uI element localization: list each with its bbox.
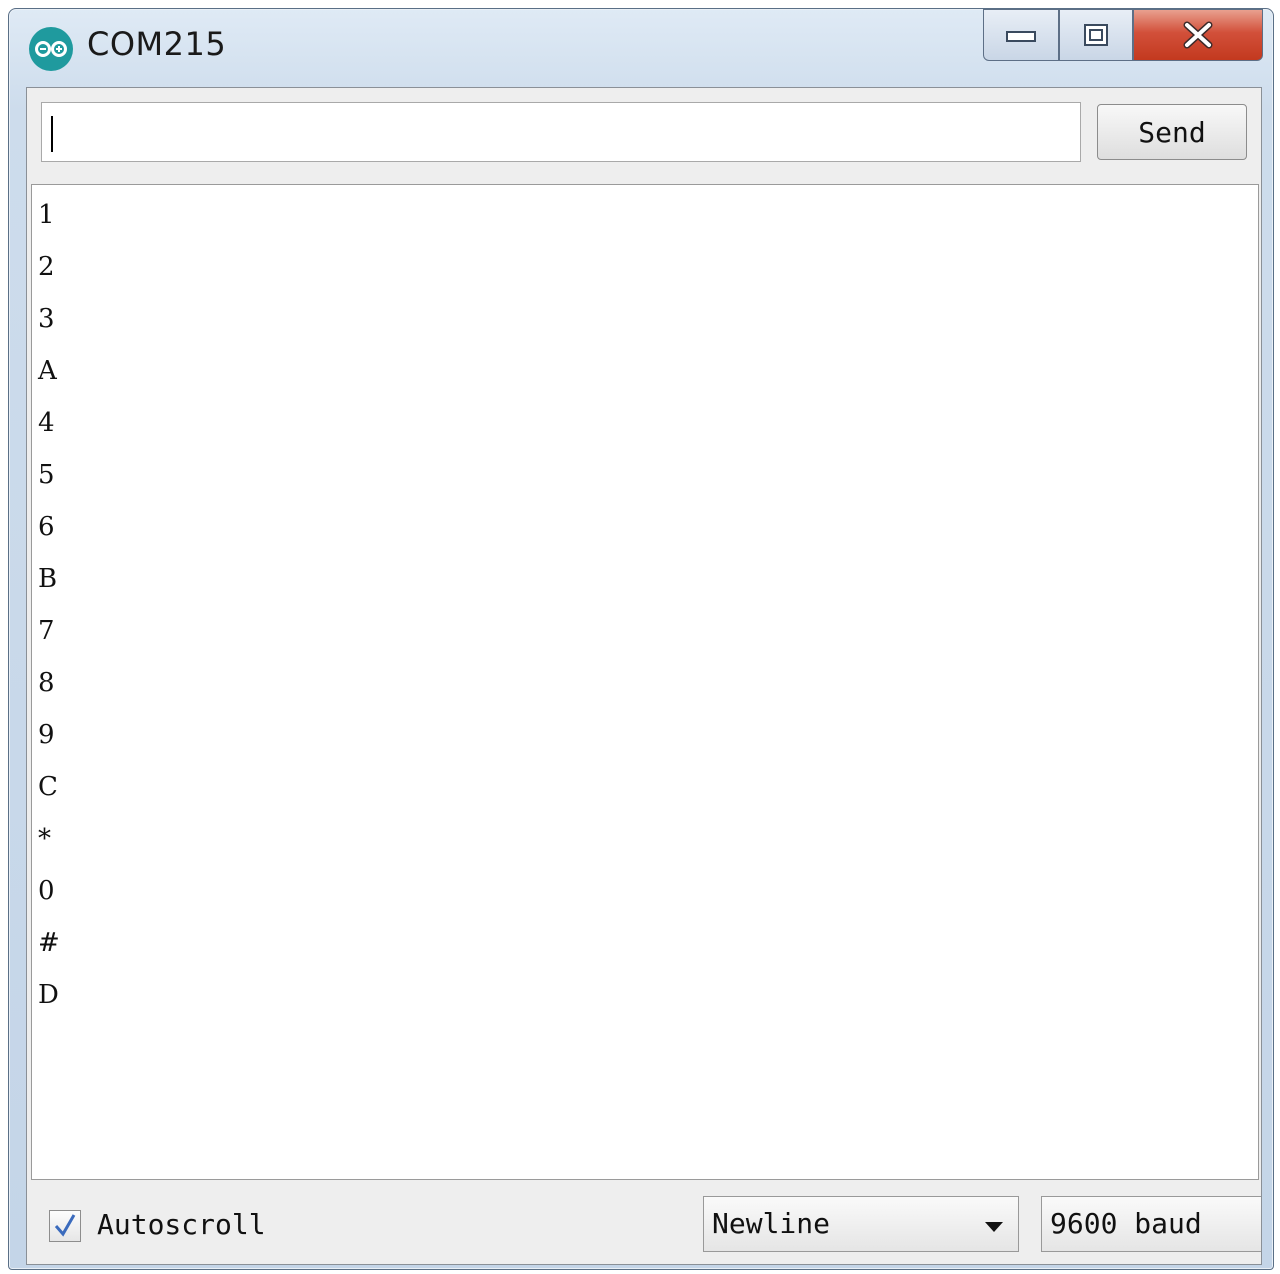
text-caret [51,116,53,152]
output-lines: 1 2 3 A 4 5 6 B 7 8 9 C * 0 # D [32,185,1258,1021]
output-line: 9 [38,720,55,750]
output-line: D [38,980,59,1010]
minimize-icon [1006,31,1036,42]
footer-bar: Autoscroll Newline 9600 baud [27,1180,1261,1264]
arduino-icon [29,27,73,71]
window-title: COM215 [87,25,227,63]
output-line: 8 [38,668,55,698]
output-line: 2 [38,252,55,282]
output-line: * [38,824,51,854]
serial-output[interactable]: 1 2 3 A 4 5 6 B 7 8 9 C * 0 # D [31,184,1259,1180]
line-ending-value: Newline [712,1207,831,1240]
title-bar[interactable]: COM215 [9,9,1273,85]
send-button[interactable]: Send [1097,104,1247,160]
output-line: 6 [38,512,55,542]
serial-monitor-content: Send 1 2 3 A 4 5 6 B 7 8 9 C * 0 # D Autoscroll Newline… [26,87,1262,1265]
output-line: 7 [38,616,55,646]
output-line: C [38,772,58,802]
output-line: 4 [38,408,55,438]
minimize-button[interactable] [983,9,1059,61]
output-line: # [38,928,60,958]
close-button[interactable] [1133,9,1263,61]
output-line: 0 [38,876,55,906]
baud-rate-value: 9600 baud [1050,1207,1202,1240]
maximize-icon [1084,24,1108,46]
check-icon [54,1214,76,1237]
baud-rate-select[interactable]: 9600 baud [1041,1196,1261,1252]
send-input[interactable] [41,102,1081,162]
output-line: 5 [38,460,55,490]
output-line: A [38,356,57,386]
serial-monitor-window: COM215 Send 1 2 3 A 4 5 6 B 7 8 9 C * 0 # D [8,8,1274,1270]
output-line: B [38,564,58,594]
close-icon [1183,21,1213,49]
chevron-down-icon [985,1222,1003,1232]
autoscroll-checkbox[interactable] [49,1210,81,1242]
autoscroll-label: Autoscroll [97,1208,266,1241]
maximize-button[interactable] [1059,9,1133,61]
output-line: 1 [38,200,55,230]
output-line: 3 [38,304,55,334]
line-ending-select[interactable]: Newline [703,1196,1019,1252]
